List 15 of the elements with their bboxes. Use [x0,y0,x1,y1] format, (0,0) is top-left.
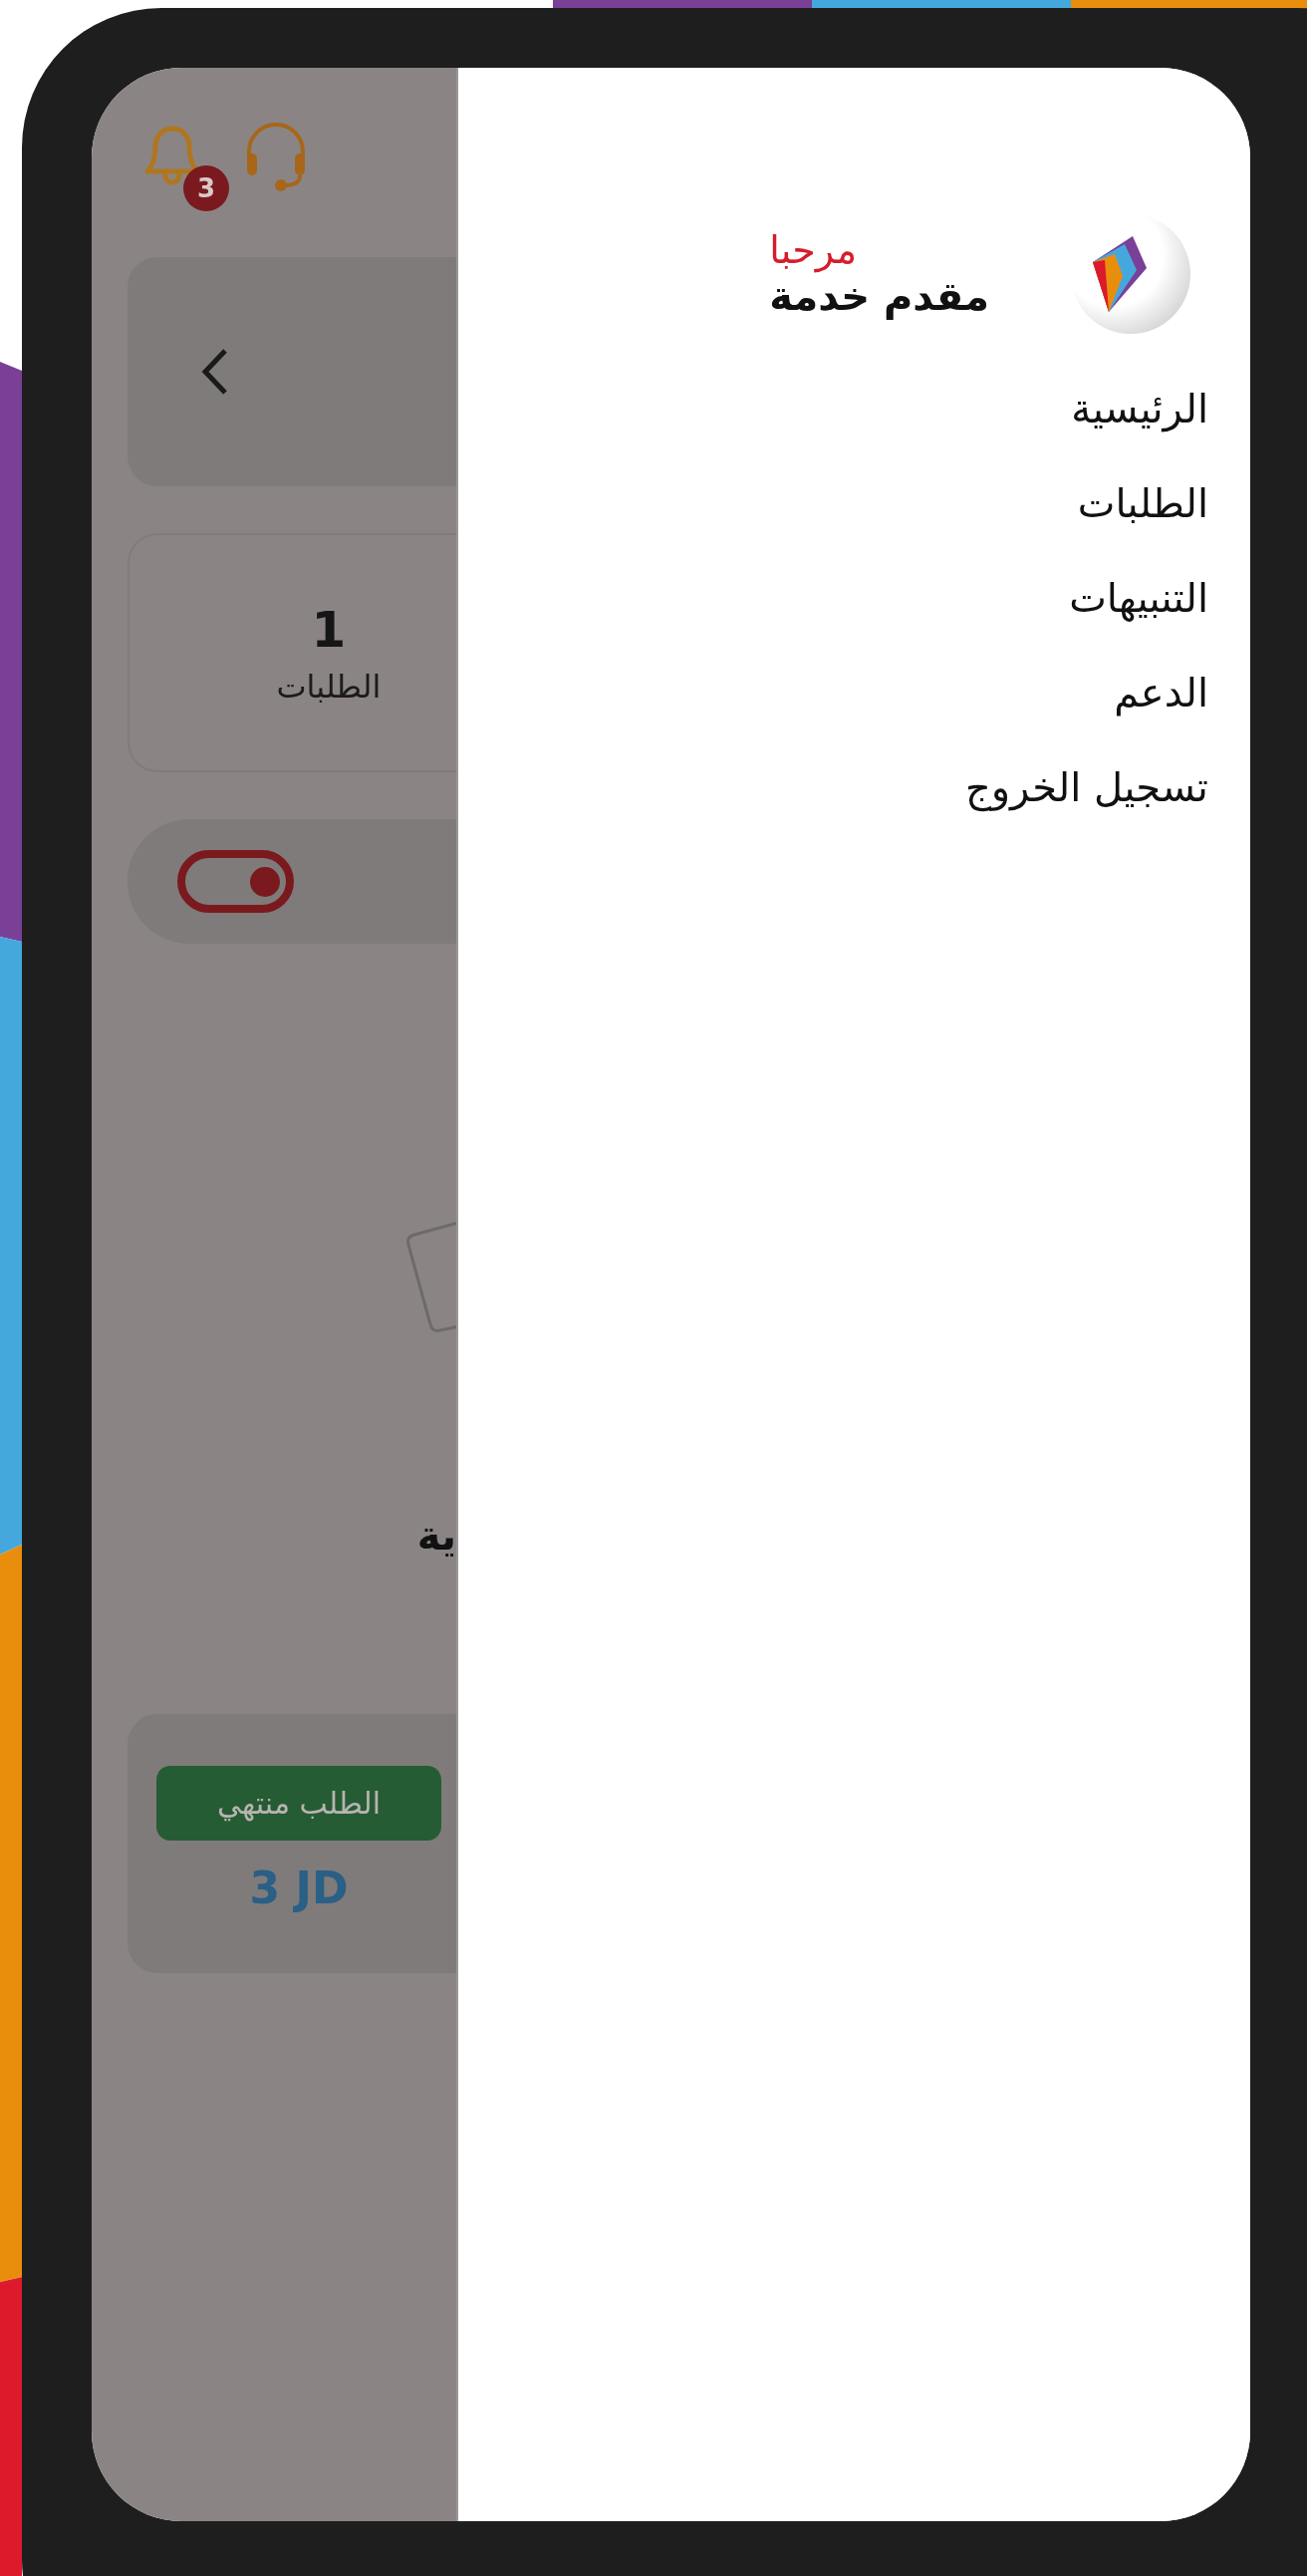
greeting-text: مرحبا [769,229,857,273]
stat-value: 1 [311,600,347,660]
user-role: مقدم خدمة [769,272,989,319]
menu-item[interactable]: التنبيهات [1069,571,1208,626]
order-price: 3 JD [248,1862,350,1913]
menu-item[interactable]: الدعم [1114,666,1208,720]
section-heading: ية [416,1512,456,1560]
menu-item[interactable]: الرئيسية [1071,382,1208,436]
chevron-left-icon[interactable] [199,347,229,397]
stat-label: الطلبات [276,668,382,706]
menu-item[interactable]: تسجيل الخروج [964,760,1208,815]
notification-badge: 3 [183,165,229,211]
menu-item[interactable]: الطلبات [1077,476,1208,531]
availability-toggle[interactable] [177,850,294,913]
status-badge: الطلب منتهي [156,1766,441,1841]
